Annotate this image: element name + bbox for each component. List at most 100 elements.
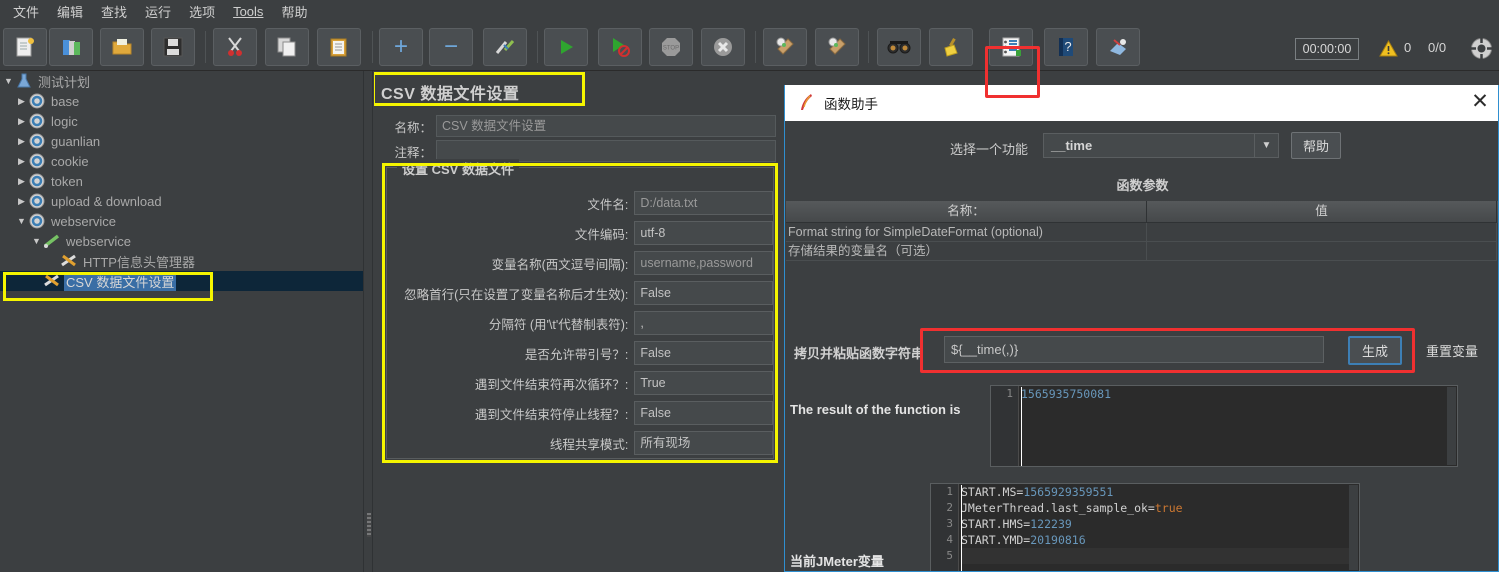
cut-button[interactable] <box>213 28 257 66</box>
menu-item-edit[interactable]: 编辑 <box>48 0 92 23</box>
dialog-title-bar[interactable]: 函数助手 ✕ <box>785 85 1498 121</box>
clear-all-button[interactable] <box>815 28 859 66</box>
tree-node-token[interactable]: ▶ token <box>0 171 363 191</box>
tree-node-csv-data-set-config[interactable]: CSV 数据文件设置 <box>0 271 363 291</box>
collapse-all-button[interactable]: − <box>429 28 473 66</box>
warning-icon[interactable] <box>1379 39 1398 58</box>
test-plan-tree[interactable]: ▼ 测试计划 ▶ base ▶ logic ▶ guanlian ▶ cooki… <box>0 71 363 572</box>
tree-node-logic[interactable]: ▶ logic <box>0 111 363 131</box>
stop-button[interactable]: STOP <box>649 28 693 66</box>
chevron-down-icon[interactable]: ▼ <box>1254 134 1278 157</box>
tree-node-base[interactable]: ▶ base <box>0 91 363 111</box>
result-gutter: 1 <box>991 386 1019 466</box>
split-grip[interactable] <box>367 513 371 537</box>
split-pane-divider[interactable] <box>363 71 373 572</box>
csv-settings-group: 设置 CSV 数据文件 文件名: D:/data.txt 文件编码: utf-8… <box>386 159 774 459</box>
tree-node-test-plan[interactable]: ▼ 测试计划 <box>0 71 363 91</box>
expand-all-button[interactable]: + <box>379 28 423 66</box>
chevron-right-icon[interactable]: ▶ <box>15 176 28 187</box>
function-params-title: 函数参数 <box>1116 178 1169 193</box>
jmeter-feather-icon <box>795 92 817 114</box>
param-value-cell[interactable] <box>1147 242 1497 261</box>
tree-node-upload-download[interactable]: ▶ upload & download <box>0 191 363 211</box>
menu-item-help[interactable]: 帮助 <box>272 0 316 23</box>
chevron-down-icon[interactable]: ▼ <box>15 216 28 226</box>
chevron-down-icon[interactable]: ▼ <box>2 76 15 86</box>
line-number: 5 <box>946 549 953 562</box>
search-icon[interactable] <box>877 28 921 66</box>
chevron-right-icon[interactable]: ▶ <box>15 116 28 127</box>
undo-redo-button[interactable] <box>1096 28 1140 66</box>
reset-search-button[interactable] <box>929 28 973 66</box>
tree-label: CSV 数据文件设置 <box>64 271 177 291</box>
function-select[interactable]: __time ▼ <box>1043 133 1279 158</box>
file-encoding-input[interactable]: utf-8 <box>634 221 773 245</box>
stop-thread-on-eof-select[interactable]: False <box>634 401 773 425</box>
recycle-on-eof-select[interactable]: True <box>634 371 773 395</box>
reset-variables-button[interactable]: 重置变量 <box>1426 337 1498 364</box>
jmeter-variables-area[interactable]: 1 2 3 4 5 START.MS=1565929359551 JMeterT… <box>930 483 1360 571</box>
result-scrollbar[interactable] <box>1447 387 1456 465</box>
chevron-right-icon[interactable]: ▶ <box>15 96 28 107</box>
close-icon[interactable]: ✕ <box>1468 91 1492 115</box>
copy-button[interactable] <box>265 28 309 66</box>
variables-scrollbar[interactable] <box>1349 485 1358 570</box>
function-result-area[interactable]: 1 1565935750081 <box>990 385 1458 467</box>
gear-icon <box>28 133 46 149</box>
filename-input[interactable]: D:/data.txt <box>634 191 773 215</box>
templates-button[interactable] <box>49 28 93 66</box>
table-row[interactable]: 存储结果的变量名（可选） <box>786 242 1498 261</box>
delimiter-input[interactable]: , <box>634 311 773 335</box>
recycle-on-eof-label: 遇到文件结束符再次循环？: <box>474 377 629 392</box>
help-button[interactable]: ? <box>1044 28 1088 66</box>
variable-value: 20190816 <box>1030 533 1086 547</box>
column-header-name: 名称： <box>786 201 1147 223</box>
variable-names-input[interactable]: username,password <box>634 251 773 275</box>
function-string-input[interactable]: ${__time(,)} <box>944 336 1324 363</box>
sharing-mode-select[interactable]: 所有现场 <box>634 431 773 455</box>
param-name-cell: Format string for SimpleDateFormat (opti… <box>786 223 1147 242</box>
tree-node-webservice-group[interactable]: ▼ webservice <box>0 211 363 231</box>
param-value-cell[interactable] <box>1147 223 1497 242</box>
start-button[interactable] <box>544 28 588 66</box>
ignore-first-line-select[interactable]: False <box>634 281 773 305</box>
name-input[interactable]: CSV 数据文件设置 <box>436 115 776 137</box>
tree-node-guanlian[interactable]: ▶ guanlian <box>0 131 363 151</box>
allow-quoted-select[interactable]: False <box>634 341 773 365</box>
new-button[interactable] <box>3 28 47 66</box>
start-no-pauses-button[interactable] <box>598 28 642 66</box>
chevron-down-icon[interactable]: ▼ <box>30 236 43 246</box>
result-value: 1565935750081 <box>1021 387 1112 401</box>
target-icon[interactable] <box>1470 37 1493 60</box>
tree-node-webservice-sampler[interactable]: ▼ webservice <box>0 231 363 251</box>
toggle-button[interactable] <box>483 28 527 66</box>
select-function-label: 选择一个功能 <box>950 142 1029 157</box>
warning-count: 0 <box>1404 40 1412 55</box>
clear-button[interactable] <box>763 28 807 66</box>
sharing-mode-label: 线程共享模式: <box>549 437 629 452</box>
chevron-right-icon[interactable]: ▶ <box>15 156 28 167</box>
gear-icon <box>28 113 46 129</box>
menu-item-options[interactable]: 选项 <box>180 0 224 23</box>
table-header-row: 名称： 值 <box>786 201 1498 223</box>
chevron-right-icon[interactable]: ▶ <box>15 136 28 147</box>
menu-item-file[interactable]: 文件 <box>4 0 48 23</box>
menu-item-run[interactable]: 运行 <box>136 0 180 23</box>
chevron-right-icon[interactable]: ▶ <box>15 196 28 207</box>
menu-item-search[interactable]: 查找 <box>92 0 136 23</box>
shutdown-button[interactable] <box>701 28 745 66</box>
tree-label: HTTP信息头管理器 <box>83 254 195 270</box>
function-helper-button[interactable] <box>989 28 1033 66</box>
table-row[interactable]: Format string for SimpleDateFormat (opti… <box>786 223 1498 242</box>
tree-node-cookie[interactable]: ▶ cookie <box>0 151 363 171</box>
save-button[interactable] <box>151 28 195 66</box>
tree-node-http-header-manager[interactable]: HTTP信息头管理器 <box>0 251 363 271</box>
function-params-table: 名称： 值 Format string for SimpleDateFormat… <box>786 201 1498 261</box>
open-button[interactable] <box>100 28 144 66</box>
active-thread-count: 0/0 <box>1428 40 1447 55</box>
tree-label: 测试计划 <box>38 74 91 90</box>
generate-button[interactable]: 生成 <box>1348 336 1402 365</box>
dialog-help-button[interactable]: 帮助 <box>1291 132 1341 159</box>
paste-button[interactable] <box>317 28 361 66</box>
menu-item-tools[interactable]: Tools <box>224 2 272 21</box>
